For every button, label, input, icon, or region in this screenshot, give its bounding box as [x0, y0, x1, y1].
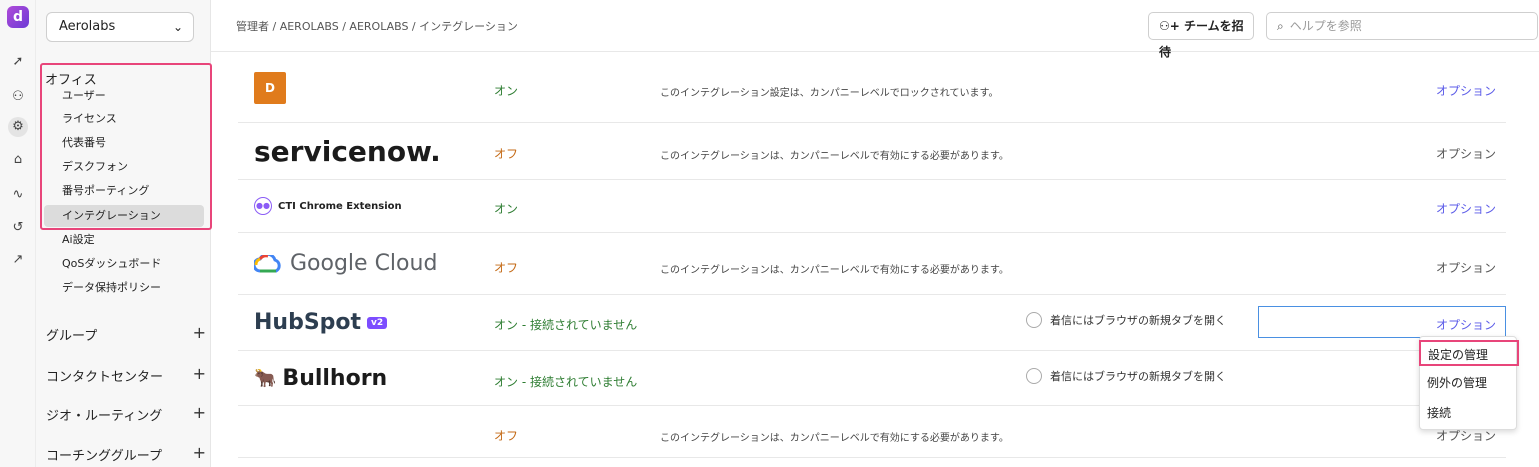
integration-logo: 🐂 Bullhorn — [254, 365, 388, 391]
icon-rail: d ➚ ⚇ ⚙ ⌂ ∿ ↺ ↗ — [0, 0, 36, 467]
plus-icon[interactable]: + — [193, 325, 206, 341]
chevron-down-icon: ⌄ — [172, 20, 183, 34]
sidebar-item-number-porting[interactable]: 番号ポーティング — [44, 180, 204, 202]
table-row: HubSpot v2 オン - 接続されていません 着信にはブラウザの新規タブを開… — [238, 295, 1506, 351]
sidebar-item-data-retention[interactable]: データ保持ポリシー — [44, 277, 204, 299]
status-text: オフ — [494, 429, 519, 443]
history-icon[interactable]: ↺ — [8, 218, 28, 238]
options-dropdown-menu: 設定の管理 例外の管理 接続 — [1419, 336, 1519, 430]
group-contact-center[interactable]: コンタクトセンター + — [46, 366, 206, 386]
menu-item-connect[interactable]: 接続 — [1420, 400, 1518, 426]
options-link[interactable]: オプション — [1436, 259, 1496, 276]
options-link[interactable]: オプション — [1436, 316, 1496, 333]
top-bar: 管理者 / AEROLABS / AEROLABS / インテグレーション ⚇+… — [211, 0, 1539, 59]
sidebar-item-qos-dashboard[interactable]: QoSダッシュボード — [44, 253, 204, 275]
description-text: このインテグレーションは、カンパニーレベルで有効にする必要があります。 — [660, 151, 1009, 162]
status-text: オフ — [494, 147, 519, 161]
status-text: オフ — [494, 261, 519, 275]
status-text: オン — [494, 84, 519, 98]
description-text: このインテグレーション設定は、カンパニーレベルでロックされています。 — [660, 88, 999, 99]
table-row: 🐂 Bullhorn オン - 接続されていません 着信にはブラウザの新規タブを開… — [238, 351, 1506, 406]
options-link[interactable]: オプション — [1436, 200, 1496, 217]
invite-team-button[interactable]: ⚇+ チームを招待 — [1148, 12, 1254, 59]
open-new-tab-radio[interactable]: 着信にはブラウザの新規タブを開く — [1026, 368, 1226, 384]
plus-icon[interactable]: + — [193, 405, 206, 421]
integration-logo: D — [254, 53, 286, 122]
table-row: servicenow. オフ このインテグレーションは、カンパニーレベルで有効に… — [238, 123, 1506, 180]
sidebar-item-main-numbers[interactable]: 代表番号 — [44, 132, 204, 154]
group-coaching[interactable]: コーチンググループ + — [46, 445, 206, 465]
group-groups[interactable]: グループ + — [46, 325, 206, 345]
app-logo[interactable]: d — [7, 6, 29, 28]
org-select[interactable]: Aerolabs ⌄ — [46, 12, 194, 42]
status-text: オン — [494, 202, 519, 216]
bullhorn-icon: 🐂 — [254, 367, 277, 389]
breadcrumb: 管理者 / AEROLABS / AEROLABS / インテグレーション — [236, 20, 518, 33]
sidebar-item-ai-settings[interactable]: Ai設定 — [44, 229, 204, 251]
add-user-icon: ⚇+ — [1159, 19, 1184, 33]
gear-icon[interactable]: ⚙ — [8, 117, 28, 137]
plus-icon[interactable]: + — [193, 366, 206, 382]
status-text: オン - 接続されていません — [494, 375, 638, 389]
description-text: このインテグレーションは、カンパニーレベルで有効にする必要があります。 — [660, 265, 1009, 276]
plus-icon[interactable]: + — [193, 445, 206, 461]
integration-logo: ●● CTI Chrome Extension — [254, 180, 402, 232]
sidebar-item-deskphones[interactable]: デスクフォン — [44, 156, 204, 178]
description-text: このインテグレーションは、カンパニーレベルで有効にする必要があります。 — [660, 433, 1009, 444]
integration-logo: servicenow. — [254, 134, 441, 168]
sidebar-item-licenses[interactable]: ライセンス — [44, 108, 204, 130]
table-row: オフ このインテグレーションは、カンパニーレベルで有効にする必要があります。 オ… — [238, 406, 1506, 458]
building-icon[interactable]: ⌂ — [8, 150, 28, 170]
rocket-icon[interactable]: ➚ — [8, 52, 28, 72]
status-text: オン - 接続されていません — [494, 318, 638, 332]
options-link[interactable]: オプション — [1436, 145, 1496, 162]
google-cloud-icon — [254, 254, 281, 272]
open-new-tab-radio[interactable]: 着信にはブラウザの新規タブを開く — [1026, 312, 1226, 328]
table-row: Google Cloud オフ このインテグレーションは、カンパニーレベルで有効… — [238, 233, 1506, 295]
activity-icon[interactable]: ∿ — [8, 185, 28, 205]
sidebar-item-integrations[interactable]: インテグレーション — [44, 205, 204, 227]
integration-logo: Google Cloud — [254, 233, 437, 294]
menu-item-manage-settings[interactable]: 設定の管理 — [1419, 340, 1519, 366]
sidebar: Aerolabs ⌄ オフィス ユーザー ライセンス 代表番号 デスクフォン 番… — [36, 0, 212, 467]
sidebar-item-users[interactable]: ユーザー — [44, 85, 204, 107]
help-search-input[interactable]: ⌕ ヘルプを参照 — [1266, 12, 1538, 40]
search-icon: ⌕ — [1277, 19, 1284, 33]
trend-icon[interactable]: ↗ — [8, 250, 28, 270]
options-link[interactable]: オプション — [1436, 82, 1496, 99]
menu-item-manage-exceptions[interactable]: 例外の管理 — [1420, 370, 1518, 396]
table-row: D オン このインテグレーション設定は、カンパニーレベルでロックされています。 … — [238, 53, 1506, 123]
cti-badge-icon: ●● — [254, 197, 272, 215]
table-row: ●● CTI Chrome Extension オン オプション — [238, 180, 1506, 233]
user-icon[interactable]: ⚇ — [8, 87, 28, 107]
group-geo-routing[interactable]: ジオ・ルーティング + — [46, 405, 206, 425]
integration-logo: HubSpot v2 — [254, 295, 388, 350]
